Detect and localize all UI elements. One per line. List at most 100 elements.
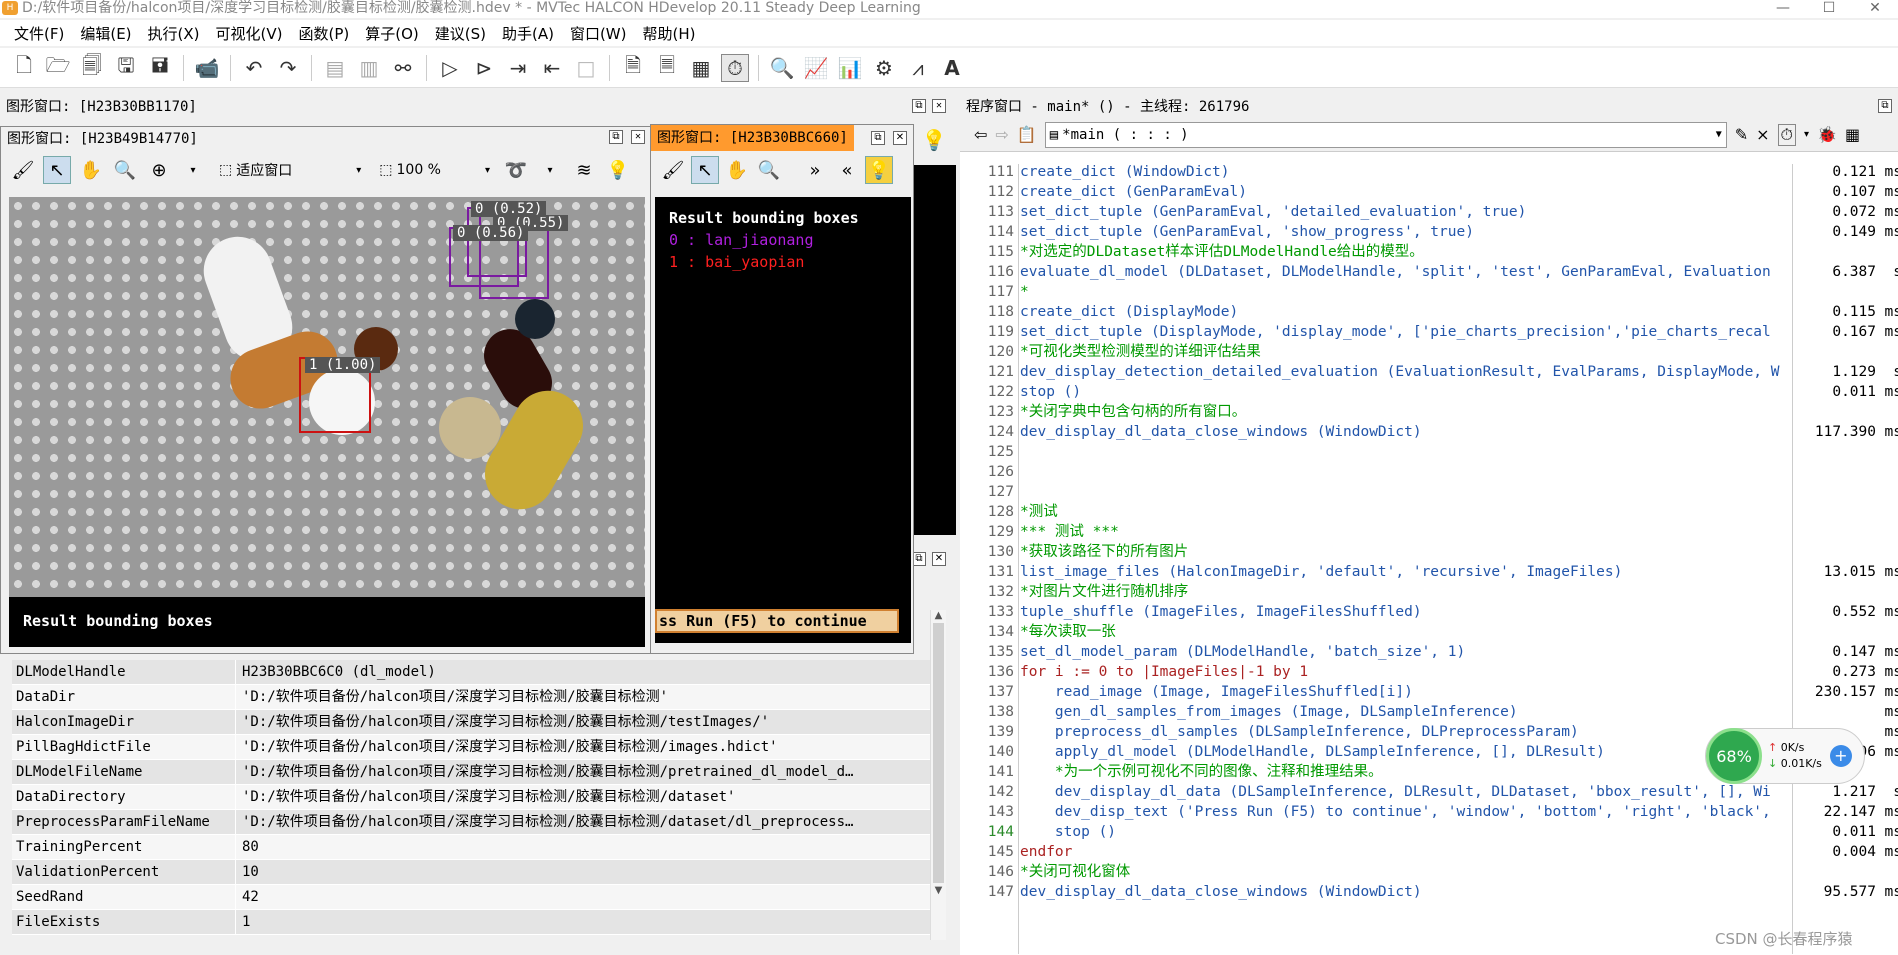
calculator-icon[interactable]: ▦ xyxy=(1845,125,1860,144)
code-line[interactable]: 117 * xyxy=(960,282,1898,302)
zoom-in-icon[interactable]: ⊕ xyxy=(145,156,173,184)
record-icon[interactable]: 📹 xyxy=(193,54,221,82)
code-line[interactable]: 142 dev_display_dl_data (DLSampleInferen… xyxy=(960,782,1898,802)
menu-file[interactable]: 文件(F) xyxy=(8,23,70,44)
deactivate-icon[interactable]: ▥ xyxy=(355,54,383,82)
activate-icon[interactable]: ▤ xyxy=(321,54,349,82)
table-row[interactable]: TrainingPercent 80 xyxy=(12,835,932,860)
profiler-icon[interactable]: ⏱ xyxy=(721,53,749,82)
code-line[interactable]: 136 for i := 0 to |ImageFiles|-1 by 1 0.27… xyxy=(960,662,1898,682)
maximize-button[interactable]: ☐ xyxy=(1806,0,1852,18)
code-line[interactable]: 127 xyxy=(960,482,1898,502)
menu-operators[interactable]: 算子(O) xyxy=(359,23,425,44)
code-line[interactable]: 135 set_dl_model_param (DLModelHandle, 'b… xyxy=(960,642,1898,662)
float-icon[interactable]: ⧉ xyxy=(1878,99,1892,113)
code-line[interactable]: 129 *** 测试 *** xyxy=(960,522,1898,542)
new-file-icon[interactable]: 🗋 xyxy=(10,53,38,82)
code-line[interactable]: 118 create_dict (DisplayMode) 0.115 ms xyxy=(960,302,1898,322)
menu-assistants[interactable]: 助手(A) xyxy=(496,23,560,44)
code-line[interactable]: 146 *关闭可视化窗体 xyxy=(960,862,1898,882)
code-line[interactable]: 125 xyxy=(960,442,1898,462)
line-profile-icon[interactable]: 📈 xyxy=(802,54,830,82)
float-icon[interactable]: ⧉ xyxy=(912,552,926,566)
save-icon[interactable]: 🖫 xyxy=(112,53,140,82)
variables-icon[interactable]: ▦ xyxy=(687,54,715,82)
timer-icon[interactable]: ⏱ xyxy=(1777,123,1797,146)
minimize-button[interactable]: — xyxy=(1760,0,1806,18)
menu-help[interactable]: 帮助(H) xyxy=(637,23,702,44)
code-line[interactable]: 143 dev_disp_text ('Press Run (F5) to co… xyxy=(960,802,1898,822)
pointer-icon[interactable]: ↖ xyxy=(691,156,719,184)
measure-icon[interactable]: ⩘ xyxy=(904,54,932,82)
table-row[interactable]: DataDir 'D:/软件项目备份/halcon项目/深度学习目标检测/胶囊目标… xyxy=(12,685,932,710)
edit-procedure-icon[interactable]: ✎ xyxy=(1735,125,1748,144)
layers-icon[interactable]: ≋ xyxy=(570,156,598,184)
table-row[interactable]: PillBagHdictFile 'D:/软件项目备份/halcon项目/深度学习… xyxy=(12,735,932,760)
reset-all-icon[interactable]: 🗏 xyxy=(653,53,681,82)
code-line[interactable]: 130 *获取该路径下的所有图片 xyxy=(960,542,1898,562)
pan-hand-icon[interactable]: ✋ xyxy=(77,156,105,184)
code-line[interactable]: 111 create_dict (WindowDict) 0.121 ms xyxy=(960,162,1898,182)
chevron-left-icon[interactable]: « xyxy=(833,156,861,184)
chevron-down-icon[interactable]: ▾ xyxy=(1804,129,1809,140)
network-monitor[interactable]: 68% ↑ 0K/s ↓ 0.01K/s + xyxy=(1705,728,1865,784)
feature-inspection-icon[interactable]: ⚙ xyxy=(870,54,898,82)
add-icon[interactable]: + xyxy=(1829,745,1852,767)
save-all-icon[interactable]: 🖬 xyxy=(146,53,174,82)
code-line[interactable]: 128 *测试 xyxy=(960,502,1898,522)
table-row[interactable]: ValidationPercent 10 xyxy=(12,860,932,885)
code-line[interactable]: 113 set_dict_tuple (GenParamEval, 'detail… xyxy=(960,202,1898,222)
open-example-icon[interactable]: 🗐 xyxy=(78,53,106,82)
close-icon[interactable]: ✕ xyxy=(932,99,946,113)
close-icon[interactable]: ✕ xyxy=(932,552,946,566)
code-line[interactable]: 122 stop () 0.011 ms xyxy=(960,382,1898,402)
chevron-right-icon[interactable]: » xyxy=(801,156,829,184)
clear-brush-icon[interactable]: 🖌 xyxy=(9,156,37,184)
menu-visualize[interactable]: 可视化(V) xyxy=(210,23,289,44)
back-arrow-icon[interactable]: ⇦ xyxy=(974,125,987,144)
code-line[interactable]: 112 create_dict (GenParamEval) 0.107 ms xyxy=(960,182,1898,202)
code-line[interactable]: 114 set_dict_tuple (GenParamEval, 'show_p… xyxy=(960,222,1898,242)
close-button[interactable]: ✕ xyxy=(1852,0,1898,18)
open-file-icon[interactable]: 🗁 xyxy=(44,53,72,82)
zoom-icon[interactable]: 🔍 xyxy=(755,156,783,184)
code-line[interactable]: 138 gen_dl_samples_from_images (Image, D… xyxy=(960,702,1898,722)
menu-procedures[interactable]: 函数(P) xyxy=(292,23,355,44)
table-row[interactable]: DataDirectory 'D:/软件项目备份/halcon项目/深度学习目标检… xyxy=(12,785,932,810)
table-row[interactable]: FileExists 1 xyxy=(12,910,932,935)
undo-icon[interactable]: ↶ xyxy=(240,54,268,82)
code-line[interactable]: 126 xyxy=(960,462,1898,482)
code-line[interactable]: 123 *关闭字典中包含句柄的所有窗口。 xyxy=(960,402,1898,422)
scrollbar-thumb[interactable] xyxy=(933,623,944,883)
code-line[interactable]: 137 read_image (Image, ImageFilesShuffle… xyxy=(960,682,1898,702)
code-line[interactable]: 134 *每次读取一张 xyxy=(960,622,1898,642)
code-line[interactable]: 124 dev_display_dl_data_close_windows (Wi… xyxy=(960,422,1898,442)
menu-window[interactable]: 窗口(W) xyxy=(564,23,633,44)
table-row[interactable]: DLModelHandle H23B30BBC6C0 (dl_model) xyxy=(12,660,932,685)
code-line[interactable]: 131 list_image_files (HalconImageDir, 'de… xyxy=(960,562,1898,582)
stop-icon[interactable]: □ xyxy=(572,54,600,82)
float-icon[interactable]: ⧉ xyxy=(871,131,885,145)
draw-shape-icon[interactable]: ➰ xyxy=(502,156,530,184)
table-row[interactable]: HalconImageDir 'D:/软件项目备份/halcon项目/深度学习目标… xyxy=(12,710,932,735)
float-icon[interactable]: ⧉ xyxy=(609,130,623,144)
lightbulb-icon[interactable]: 💡 xyxy=(865,156,893,184)
variable-scrollbar[interactable]: ▲ ▼ xyxy=(930,610,946,940)
graphics-legend-canvas[interactable]: Result bounding boxes 0 : lan_jiaonang 1… xyxy=(655,197,911,643)
zoom-icon[interactable]: 🔍 xyxy=(768,54,796,82)
table-row[interactable]: SeedRand 42 xyxy=(12,885,932,910)
histogram-icon[interactable]: 📊 xyxy=(836,54,864,82)
code-line[interactable]: 116 evaluate_dl_model (DLDataset, DLModel… xyxy=(960,262,1898,282)
code-line[interactable]: 147 dev_display_dl_data_close_windows (Wi… xyxy=(960,882,1898,902)
scroll-down-icon[interactable]: ▼ xyxy=(931,885,946,896)
clear-breakpoints-icon[interactable]: ⨯ xyxy=(1756,125,1769,144)
code-line[interactable]: 119 set_dict_tuple (DisplayMode, 'display… xyxy=(960,322,1898,342)
code-line[interactable]: 115 *对选定的DLDataset样本评估DLModelHandle给出的模型。 xyxy=(960,242,1898,262)
table-row[interactable]: DLModelFileName 'D:/软件项目备份/halcon项目/深度学习目… xyxy=(12,760,932,785)
redo-icon[interactable]: ↷ xyxy=(274,54,302,82)
scroll-up-icon[interactable]: ▲ xyxy=(931,610,946,621)
step-over-icon[interactable]: ⊳ xyxy=(470,54,498,82)
menu-edit[interactable]: 编辑(E) xyxy=(74,23,137,44)
table-row[interactable]: PreprocessParamFileName 'D:/软件项目备份/halcon… xyxy=(12,810,932,835)
ocr-icon[interactable]: A xyxy=(938,54,966,82)
